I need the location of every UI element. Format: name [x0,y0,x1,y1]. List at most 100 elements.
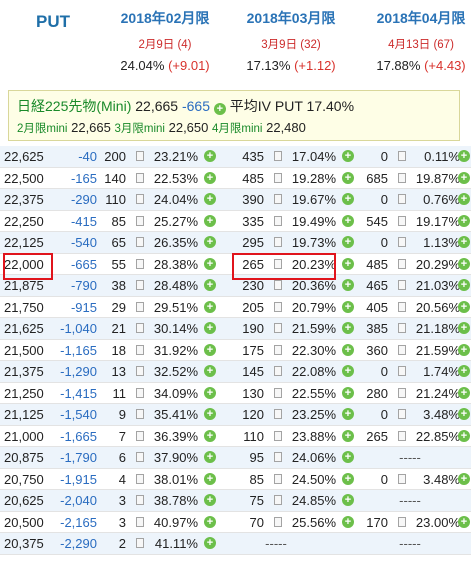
document-icon[interactable] [274,409,282,419]
document-icon[interactable] [136,495,144,505]
document-icon[interactable] [274,387,282,398]
add-icon[interactable]: + [342,300,354,313]
add-icon[interactable]: + [458,429,470,442]
document-icon[interactable] [136,258,144,269]
document-icon[interactable] [398,473,406,484]
add-icon[interactable]: + [458,408,470,420]
document-icon[interactable] [398,516,406,527]
document-icon[interactable] [274,237,282,247]
document-icon[interactable] [274,215,282,226]
document-icon[interactable] [398,409,406,419]
add-icon[interactable]: + [204,429,216,442]
add-icon[interactable]: + [204,171,216,184]
add-icon[interactable]: + [342,214,354,227]
add-icon[interactable]: + [204,515,216,528]
document-icon[interactable] [136,473,144,484]
add-icon[interactable]: + [342,236,354,248]
document-icon[interactable] [398,387,406,398]
add-icon[interactable]: + [342,429,354,442]
document-icon[interactable] [398,323,406,333]
document-icon[interactable] [274,473,282,484]
document-icon[interactable] [398,172,406,183]
document-icon[interactable] [136,452,144,462]
document-icon[interactable] [274,151,282,161]
document-icon[interactable] [274,301,282,312]
document-icon[interactable] [136,409,144,419]
document-icon[interactable] [136,237,144,247]
add-icon[interactable]: + [204,214,216,227]
add-icon[interactable]: + [204,150,216,162]
add-icon[interactable]: + [204,365,216,377]
add-icon[interactable]: + [204,193,216,205]
document-icon[interactable] [136,323,144,333]
document-icon[interactable] [398,344,406,355]
document-icon[interactable] [398,258,406,269]
document-icon[interactable] [136,215,144,226]
add-icon[interactable]: + [204,472,216,485]
document-icon[interactable] [136,387,144,398]
add-icon[interactable]: + [204,343,216,356]
add-icon[interactable]: + [458,515,470,528]
add-icon[interactable]: + [458,257,470,270]
add-icon[interactable]: + [342,150,354,162]
futures-name[interactable]: 日経225先物(Mini) [17,98,131,114]
add-icon[interactable]: + [458,150,470,162]
add-icon[interactable]: + [342,279,354,291]
document-icon[interactable] [136,344,144,355]
document-icon[interactable] [274,452,282,462]
add-icon[interactable]: + [458,279,470,291]
add-icon[interactable]: + [342,257,354,270]
document-icon[interactable] [274,280,282,290]
document-icon[interactable] [398,430,406,441]
add-icon[interactable]: + [213,103,226,115]
document-icon[interactable] [274,172,282,183]
add-icon[interactable]: + [458,343,470,356]
document-icon[interactable] [136,430,144,441]
month-column-apr[interactable]: 2018年04月限 4月13日 (67) 17.88% (+4.43) [346,8,471,73]
document-icon[interactable] [398,366,406,376]
add-icon[interactable]: + [204,408,216,420]
add-icon[interactable]: + [204,494,216,506]
document-icon[interactable] [274,323,282,333]
document-icon[interactable] [136,194,144,204]
document-icon[interactable] [274,495,282,505]
add-icon[interactable]: + [458,300,470,313]
document-icon[interactable] [398,215,406,226]
add-icon[interactable]: + [342,472,354,485]
add-icon[interactable]: + [204,386,216,399]
document-icon[interactable] [398,237,406,247]
add-icon[interactable]: + [458,386,470,399]
add-icon[interactable]: + [204,257,216,270]
add-icon[interactable]: + [458,322,470,334]
add-icon[interactable]: + [204,300,216,313]
document-icon[interactable] [398,280,406,290]
add-icon[interactable]: + [458,236,470,248]
add-icon[interactable]: + [204,322,216,334]
document-icon[interactable] [136,516,144,527]
document-icon[interactable] [274,516,282,527]
add-icon[interactable]: + [204,236,216,248]
add-icon[interactable]: + [342,494,354,506]
document-icon[interactable] [398,194,406,204]
add-icon[interactable]: + [458,472,470,485]
document-icon[interactable] [398,301,406,312]
add-icon[interactable]: + [458,193,470,205]
add-icon[interactable]: + [458,365,470,377]
document-icon[interactable] [136,151,144,161]
document-icon[interactable] [274,366,282,376]
add-icon[interactable]: + [342,365,354,377]
document-icon[interactable] [136,280,144,290]
add-icon[interactable]: + [458,171,470,184]
add-icon[interactable]: + [342,408,354,420]
document-icon[interactable] [136,172,144,183]
document-icon[interactable] [136,301,144,312]
document-icon[interactable] [136,538,144,548]
document-icon[interactable] [274,430,282,441]
add-icon[interactable]: + [342,343,354,356]
add-icon[interactable]: + [342,515,354,528]
add-icon[interactable]: + [342,193,354,205]
month-title[interactable]: 2018年04月限 [346,8,471,28]
add-icon[interactable]: + [458,214,470,227]
document-icon[interactable] [274,344,282,355]
add-icon[interactable]: + [342,386,354,399]
